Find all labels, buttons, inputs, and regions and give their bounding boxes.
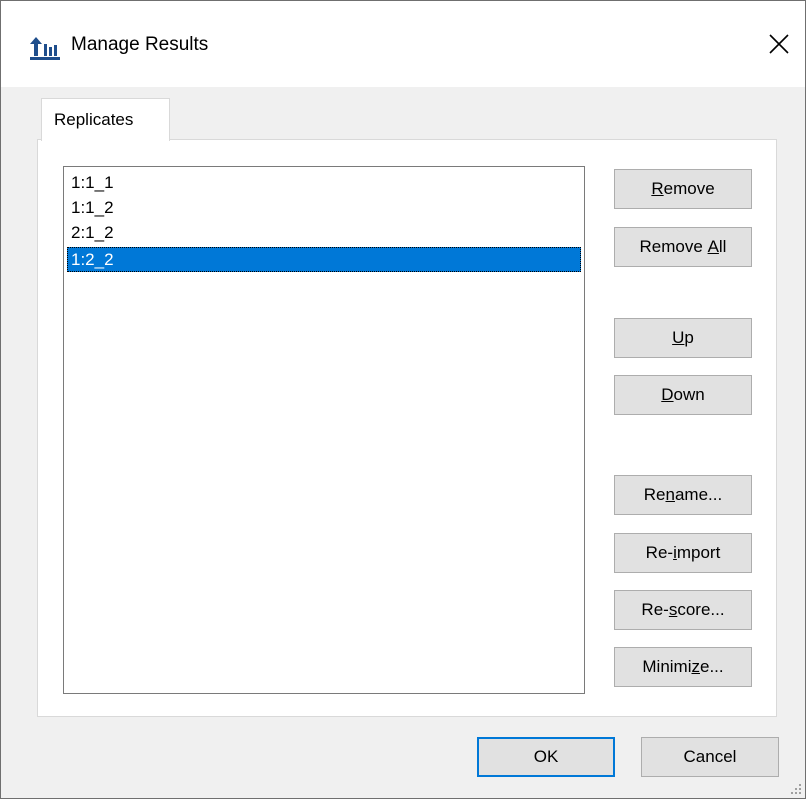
tab-replicates[interactable]: Replicates — [41, 98, 170, 141]
cancel-button[interactable]: Cancel — [641, 737, 779, 777]
down-button[interactable]: Down — [614, 375, 752, 415]
close-button[interactable] — [753, 17, 805, 71]
remove-button[interactable]: Remove — [614, 169, 752, 209]
list-item[interactable]: 2:1_2 — [67, 220, 581, 245]
list-item-selected[interactable]: 1:2_2 — [67, 247, 581, 272]
rescore-button[interactable]: Re-s core... — [614, 590, 752, 630]
resize-grip-icon[interactable] — [790, 783, 802, 795]
title-bar[interactable]: Manage Results — [1, 1, 805, 87]
reimport-button[interactable]: Re-i mport — [614, 533, 752, 573]
remove-all-button[interactable]: Remove All — [614, 227, 752, 267]
list-item[interactable]: 1:1_1 — [67, 170, 581, 195]
list-item[interactable]: 1:1_2 — [67, 195, 581, 220]
ok-button[interactable]: OK — [477, 737, 615, 777]
minimize-button[interactable]: Minimi z e... — [614, 647, 752, 687]
up-button[interactable]: Up — [614, 318, 752, 358]
manage-results-dialog: Manage Results Replicates 1:1_1 1:1_2 2:… — [0, 0, 806, 799]
skyline-app-icon — [30, 37, 60, 60]
tab-replicates-label: Replicates — [54, 110, 134, 129]
replicates-listbox[interactable]: 1:1_1 1:1_2 2:1_2 1:2_2 — [63, 166, 585, 694]
window-title: Manage Results — [71, 34, 209, 55]
rename-button[interactable]: Re n ame... — [614, 475, 752, 515]
close-icon — [769, 34, 789, 54]
